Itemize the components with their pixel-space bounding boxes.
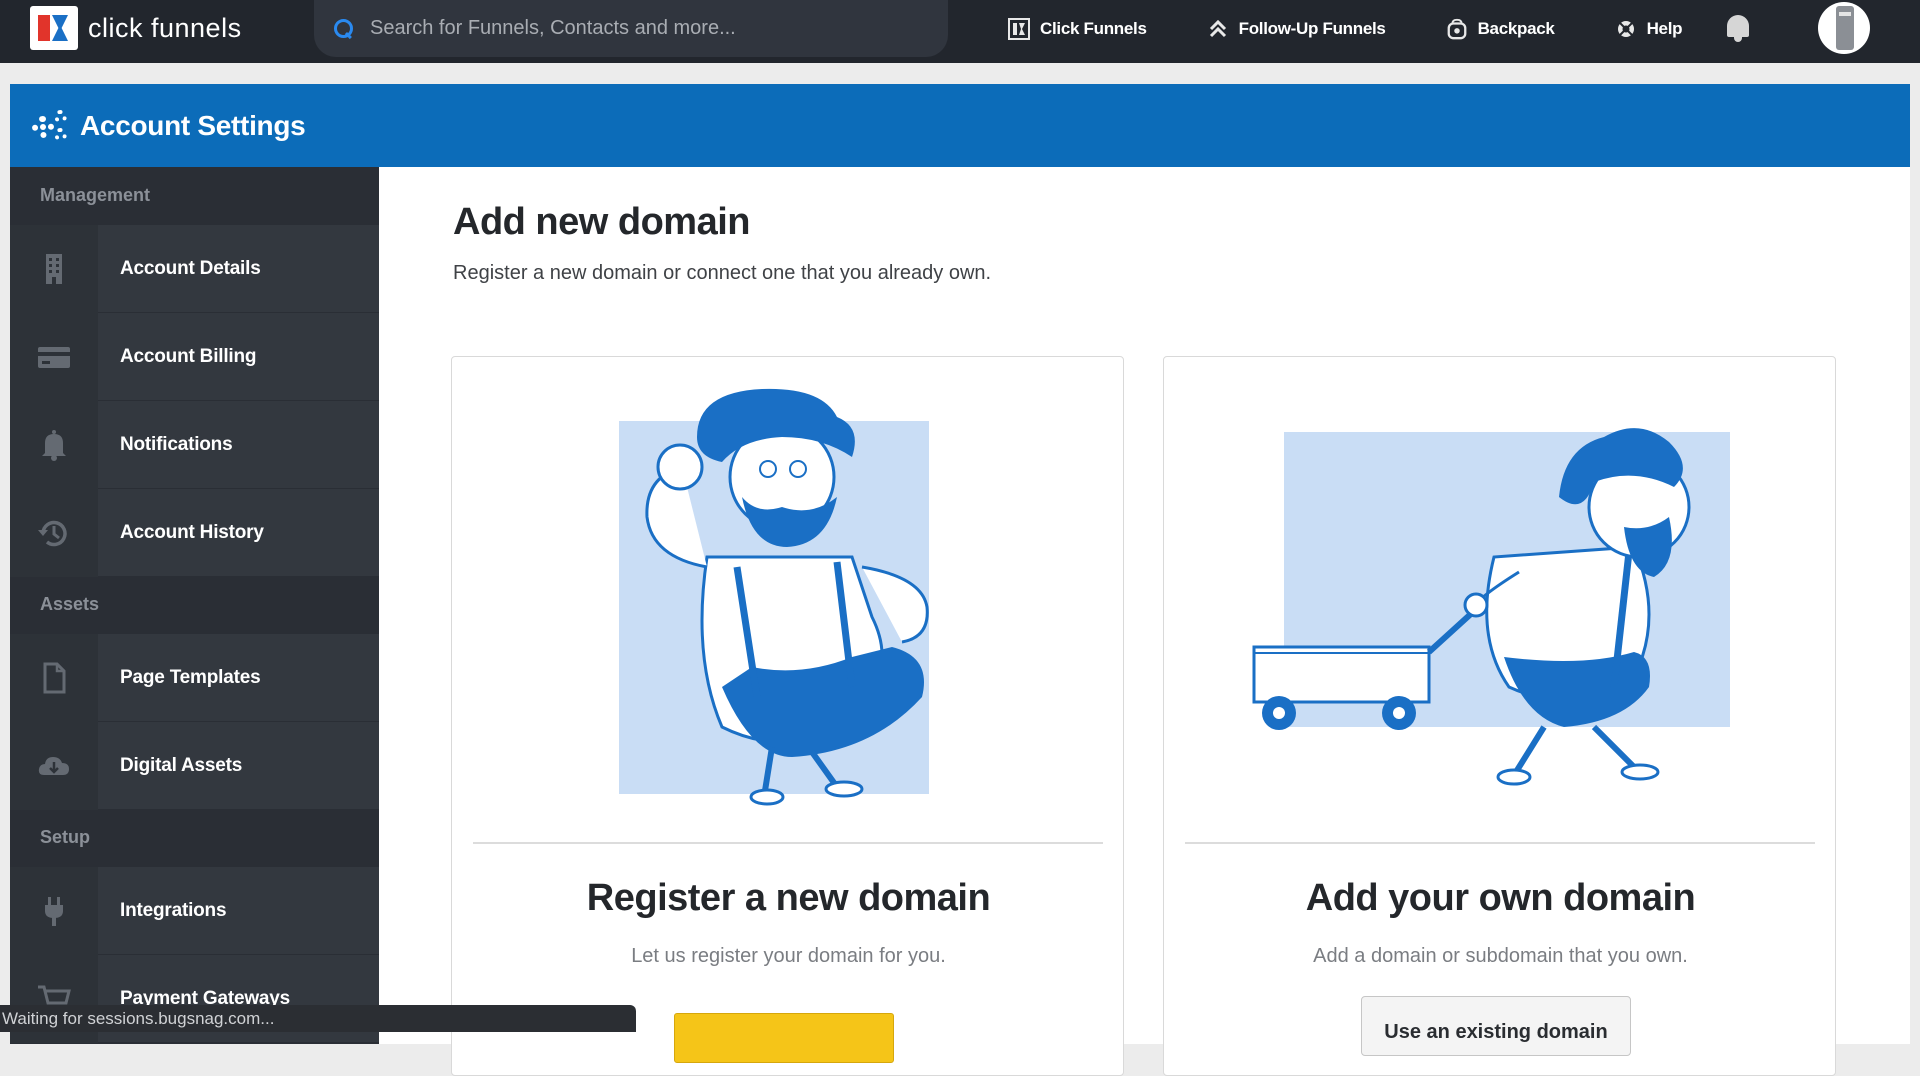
sidebar-section-setup: Setup [10,809,379,866]
nav-click-funnels[interactable]: Click Funnels [1008,17,1147,40]
lifebuoy-icon [1615,18,1637,40]
panel-header: Account Settings [10,84,1910,167]
wagon-mascot-illustration [1252,428,1730,786]
clickfunnels-logo[interactable]: click funnels [30,6,242,50]
sidebar-item-integrations[interactable]: Integrations [10,866,379,955]
clickfunnels-logo-icon [30,6,78,50]
card-title: Register a new domain [586,877,991,919]
top-nav-links: Click Funnels Follow-Up Funnels Backpack… [1008,0,1742,57]
file-icon [10,634,98,722]
plug-icon [10,867,98,955]
double-chevron-up-icon [1207,18,1229,40]
card-divider [473,842,1103,844]
nav-backpack-label: Backpack [1477,18,1555,38]
nav-backpack[interactable]: Backpack [1446,18,1555,40]
sidebar-item-account-history[interactable]: Account History [10,488,379,577]
cloud-download-icon [10,722,98,810]
sidebar-item-notifications[interactable]: Notifications [10,400,379,489]
register-domain-card[interactable]: Register a new domain Let us register yo… [451,356,1124,1076]
sidebar-item-digital-assets[interactable]: Digital Assets [10,721,379,810]
sidebar-item-label: Account Billing [120,345,257,367]
building-icon [10,225,98,313]
sidebar-item-page-templates[interactable]: Page Templates [10,633,379,722]
search-input[interactable] [370,17,930,40]
settings-sidebar: Management Account Details Account Billi… [10,167,379,1044]
account-settings-panel: Account Settings Management Account Deta… [10,84,1910,1076]
notifications-bell-icon[interactable] [1724,13,1752,43]
sidebar-item-account-details[interactable]: Account Details [10,224,379,313]
use-existing-domain-button[interactable]: Use an existing domain [1361,996,1631,1056]
sidebar-section-assets: Assets [10,576,379,633]
backpack-icon [1446,18,1468,40]
sidebar-item-label: Digital Assets [120,754,243,776]
top-navbar: click funnels Click Funnels Follow-Up Fu… [0,0,1920,63]
main-content: Add new domain Register a new domain or … [379,167,1910,1076]
nav-help-label: Help [1646,18,1683,38]
sidebar-section-management: Management [10,167,379,224]
card-description: Add a domain or subdomain that you own. [1313,945,1688,967]
register-domain-button[interactable] [674,1013,894,1063]
sidebar-item-label: Notifications [120,433,233,455]
nav-follow-up-label: Follow-Up Funnels [1238,18,1386,38]
card-divider [1185,842,1815,844]
browser-status-bar: Waiting for sessions.bugsnag.com... [0,1005,636,1032]
credit-card-icon [10,313,98,401]
add-own-domain-card[interactable]: Add your own domain Add a domain or subd… [1163,356,1836,1076]
sidebar-item-label: Account History [120,521,264,543]
funnel-logo-icon [1008,17,1030,40]
main-subtitle: Register a new domain or connect one tha… [453,262,992,284]
search-icon [334,18,354,39]
page-title: Account Settings [80,109,306,141]
cheering-mascot-illustration [619,388,929,806]
global-search[interactable] [314,0,948,57]
main-title: Add new domain [453,201,751,243]
card-title: Add your own domain [1305,877,1696,919]
user-avatar[interactable] [1818,2,1870,54]
logo-text: click funnels [88,12,242,43]
card-description: Let us register your domain for you. [631,945,946,967]
nav-click-funnels-label: Click Funnels [1040,18,1147,38]
sidebar-item-label: Account Details [120,257,261,279]
nav-follow-up-funnels[interactable]: Follow-Up Funnels [1207,18,1386,40]
sidebar-item-label: Page Templates [120,666,261,688]
sidebar-item-account-billing[interactable]: Account Billing [10,312,379,401]
bell-icon [10,401,98,489]
history-icon [10,489,98,577]
nav-help[interactable]: Help [1615,18,1683,40]
sidebar-item-label: Integrations [120,899,227,921]
gears-icon [30,109,68,142]
